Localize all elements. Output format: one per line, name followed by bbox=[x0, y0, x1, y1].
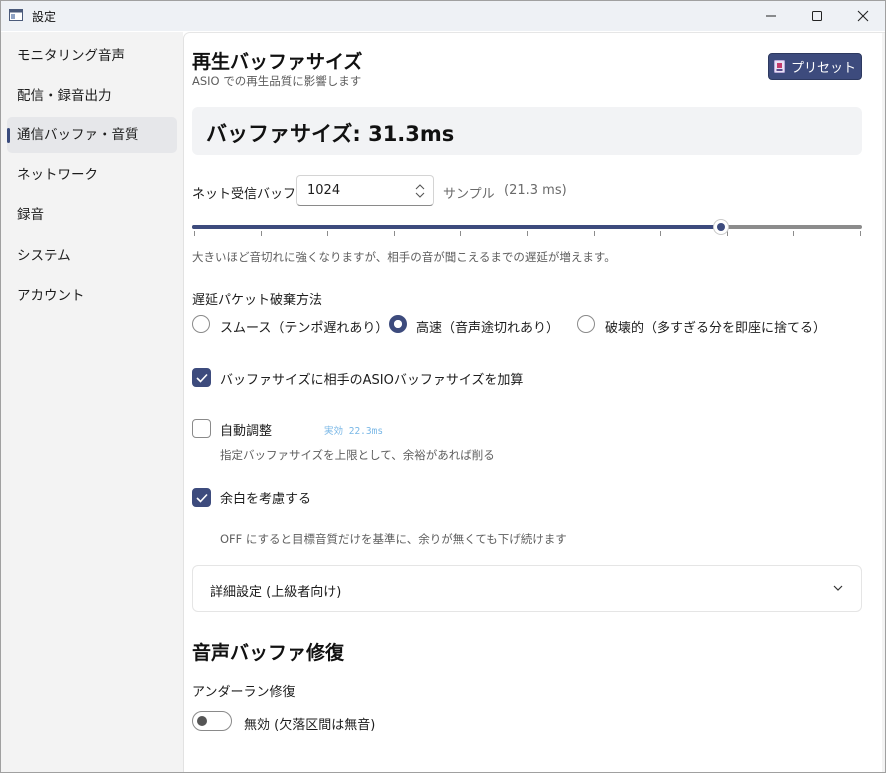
buffer-size-card: バッファサイズ: 31.3ms bbox=[192, 107, 862, 155]
net-buffer-label: ネット受信バッファ bbox=[192, 187, 310, 202]
sidebar-item-monitoring[interactable]: モニタリング音声 bbox=[7, 38, 177, 74]
spin-arrows-icon[interactable] bbox=[415, 184, 425, 198]
sidebar: モニタリング音声 配信・録音出力 通信バッファ・音質 ネットワーク 録音 システ… bbox=[1, 32, 183, 772]
section-title-buffer-repair: 音声バッファ修復 bbox=[192, 642, 345, 664]
underrun-repair-toggle[interactable] bbox=[192, 711, 232, 731]
sidebar-item-recording[interactable]: 録音 bbox=[7, 197, 177, 233]
scrollbar[interactable] bbox=[882, 33, 885, 772]
preset-icon bbox=[773, 60, 785, 73]
maximize-icon bbox=[812, 11, 822, 21]
maximize-button[interactable] bbox=[794, 1, 840, 31]
slider-tick bbox=[327, 231, 329, 236]
checkmark-icon bbox=[196, 493, 208, 503]
sidebar-item-label: アカウント bbox=[17, 288, 85, 304]
slider-tick bbox=[793, 231, 795, 236]
radio-smooth-label[interactable]: スムース（テンポ遅れあり） bbox=[220, 317, 388, 336]
slider-tick bbox=[260, 231, 262, 236]
app-icon bbox=[9, 9, 23, 21]
margin-hint: OFF にすると目標音質だけを基準に、余りが無くても下げ続けます bbox=[220, 532, 567, 546]
slider-tick bbox=[460, 231, 462, 236]
slider-tick bbox=[393, 231, 395, 236]
checkbox-margin[interactable] bbox=[192, 488, 211, 507]
ms-value: (21.3 ms) bbox=[504, 183, 567, 198]
checkbox-add-asio-label[interactable]: バッファサイズに相手のASIOバッファサイズを加算 bbox=[220, 369, 523, 388]
sidebar-item-system[interactable]: システム bbox=[7, 238, 177, 274]
auto-adjust-hint: 指定バッファサイズを上限として、余裕があれば削る bbox=[220, 448, 495, 462]
net-buffer-spinbox[interactable]: 1024 bbox=[296, 175, 434, 206]
sidebar-item-label: 通信バッファ・音質 bbox=[17, 127, 139, 143]
buffer-slider-fill bbox=[192, 225, 722, 229]
close-icon bbox=[857, 10, 869, 22]
content-pane: 再生バッファサイズ ASIO での再生品質に影響します プリセット バッファサイ… bbox=[183, 32, 885, 772]
underrun-repair-label: アンダーラン修復 bbox=[192, 685, 296, 700]
sidebar-item-account[interactable]: アカウント bbox=[7, 278, 177, 314]
effective-value: 実効 22.3ms bbox=[324, 426, 384, 437]
checkmark-icon bbox=[196, 373, 208, 383]
radio-destructive-label[interactable]: 破壊的（多すぎる分を即座に捨てる） bbox=[605, 317, 826, 336]
radio-destructive[interactable] bbox=[577, 315, 595, 333]
sidebar-item-stream-output[interactable]: 配信・録音出力 bbox=[7, 78, 177, 114]
preset-button-label: プリセット bbox=[790, 61, 856, 76]
buffer-size-value: バッファサイズ: 31.3ms bbox=[206, 122, 455, 146]
checkbox-auto-adjust[interactable] bbox=[192, 419, 211, 438]
buffer-hint: 大きいほど音切れに強くなりますが、相手の音が聞こえるまでの遅延が増えます。 bbox=[192, 250, 616, 264]
slider-tick bbox=[527, 231, 528, 236]
advanced-settings-expander[interactable]: 詳細設定 (上級者向け) bbox=[192, 565, 862, 612]
section-title-playback-buffer: 再生バッファサイズ bbox=[192, 51, 363, 73]
sidebar-item-label: 録音 bbox=[17, 207, 44, 223]
discard-method-label: 遅延パケット破棄方法 bbox=[192, 293, 323, 308]
sidebar-item-label: ネットワーク bbox=[17, 167, 98, 183]
minimize-button[interactable] bbox=[748, 1, 794, 31]
section-subtitle: ASIO での再生品質に影響します bbox=[192, 74, 362, 88]
minimize-icon bbox=[766, 15, 776, 17]
chevron-down-icon bbox=[833, 585, 843, 591]
preset-button[interactable]: プリセット bbox=[768, 53, 862, 80]
slider-tick bbox=[726, 231, 728, 236]
sidebar-item-label: モニタリング音声 bbox=[17, 48, 125, 64]
sidebar-item-network[interactable]: ネットワーク bbox=[7, 157, 177, 193]
radio-fast[interactable] bbox=[389, 315, 407, 333]
radio-smooth[interactable] bbox=[192, 315, 210, 333]
slider-tick bbox=[194, 231, 195, 236]
settings-window: 設定 モニタリング音声 配信・録音出力 通信バッファ・音質 ネットワーク 録音 bbox=[0, 0, 886, 773]
title-bar: 設定 bbox=[1, 1, 885, 31]
unit-label: サンプル bbox=[443, 187, 495, 202]
close-button[interactable] bbox=[840, 1, 885, 31]
net-buffer-value: 1024 bbox=[307, 183, 341, 198]
slider-tick bbox=[593, 231, 595, 236]
checkbox-add-asio[interactable] bbox=[192, 368, 211, 387]
slider-tick bbox=[860, 231, 861, 236]
toggle-knob bbox=[197, 716, 207, 726]
underrun-repair-status: 無効 (欠落区間は無音) bbox=[244, 718, 376, 733]
slider-tick bbox=[660, 231, 662, 236]
active-indicator bbox=[7, 128, 10, 143]
sidebar-item-label: システム bbox=[17, 248, 71, 264]
sidebar-item-buffer-quality[interactable]: 通信バッファ・音質 bbox=[7, 117, 177, 153]
sidebar-item-label: 配信・録音出力 bbox=[17, 88, 112, 104]
window-title: 設定 bbox=[32, 10, 57, 24]
checkbox-margin-label[interactable]: 余白を考慮する bbox=[220, 488, 311, 507]
checkbox-auto-adjust-label[interactable]: 自動調整 bbox=[220, 420, 272, 439]
radio-fast-label[interactable]: 高速（音声途切れあり） bbox=[416, 317, 559, 336]
advanced-settings-label: 詳細設定 (上級者向け) bbox=[210, 585, 342, 600]
